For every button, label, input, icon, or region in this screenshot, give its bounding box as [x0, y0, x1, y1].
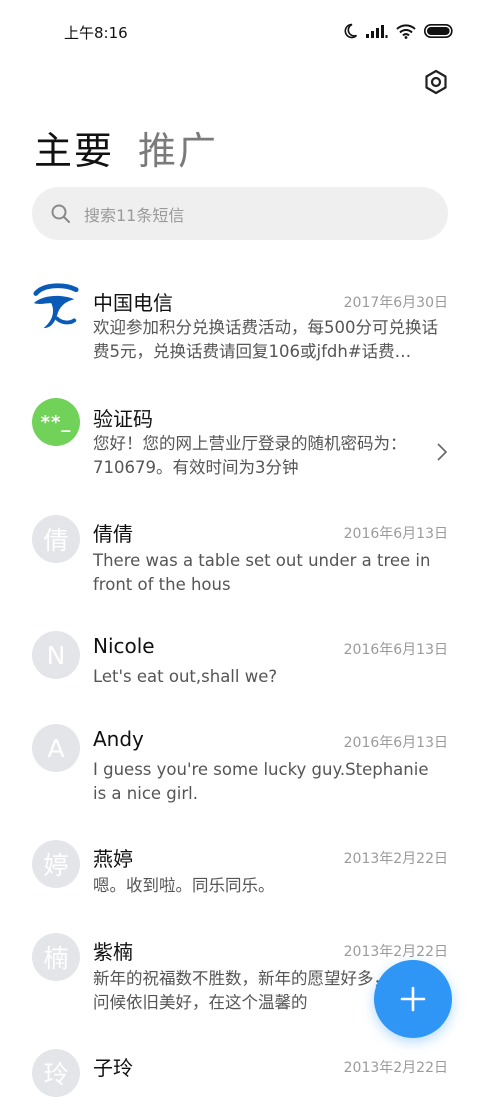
plus-icon: [400, 986, 426, 1012]
conversation-row[interactable]: **_ 验证码 您好！您的网上营业厅登录的随机密码为：710679。有效时间为3…: [0, 384, 480, 501]
message-preview: I guess you're some lucky guy.Stephanie …: [93, 760, 429, 803]
battery-icon: [424, 24, 453, 38]
avatar: 玲: [32, 1049, 80, 1097]
conversation-row[interactable]: 倩 倩倩 2016年6月13日 There was a table set ou…: [0, 501, 480, 617]
moon-icon: [344, 23, 358, 39]
contact-name: 中国电信: [93, 291, 173, 315]
conversation-row[interactable]: A Andy 2016年6月13日 I guess you're some lu…: [0, 710, 480, 826]
conversation-row[interactable]: N Nicole 2016年6月13日 Let's eat out,shall …: [0, 617, 480, 710]
gear-icon: [425, 69, 447, 95]
message-date: 2013年2月22日: [343, 1060, 448, 1076]
message-date: 2017年6月30日: [343, 295, 448, 311]
message-preview: 嗯。收到啦。同乐同乐。: [93, 876, 275, 895]
search-bar[interactable]: 搜索11条短信: [32, 187, 448, 240]
status-time: 上午8:16: [64, 24, 128, 42]
status-bar: 上午8:16: [0, 0, 480, 62]
conversation-row[interactable]: 玲 子玲 2013年2月22日: [0, 1035, 480, 1097]
wifi-icon: [396, 23, 416, 39]
contact-name: Nicole: [93, 634, 155, 658]
avatar: A: [32, 724, 80, 772]
china-telecom-logo-icon: [32, 282, 80, 330]
tab-primary[interactable]: 主要: [34, 120, 114, 175]
chevron-right-icon: [437, 443, 448, 461]
message-preview: Let's eat out,shall we?: [93, 667, 278, 686]
new-message-button[interactable]: [374, 960, 452, 1038]
conversation-row[interactable]: 婷 燕婷 2013年2月22日 嗯。收到啦。同乐同乐。: [0, 826, 480, 919]
message-preview: There was a table set out under a tree i…: [93, 551, 431, 594]
message-preview: 您好！您的网上营业厅登录的随机密码为：710679。有效时间为3分钟: [93, 434, 407, 477]
contact-name: Andy: [93, 727, 144, 751]
search-icon: [51, 204, 70, 223]
contact-name: 子玲: [93, 1056, 133, 1080]
message-date: 2016年6月13日: [343, 642, 448, 658]
avatar: **_: [32, 398, 80, 446]
message-preview: 欢迎参加积分兑换话费活动，每500分可兑换话费5元，兑换话费请回复106或jfd…: [93, 318, 438, 361]
tab-promotions[interactable]: 推广: [138, 120, 218, 175]
contact-name: 燕婷: [93, 847, 133, 871]
avatar: N: [32, 631, 80, 679]
status-icons: [342, 21, 454, 41]
avatar: 倩: [32, 515, 80, 563]
avatar: 楠: [32, 933, 80, 981]
signal-icon: [366, 25, 388, 38]
contact-name: 紫楠: [93, 940, 133, 964]
message-date: 2016年6月13日: [343, 735, 448, 751]
contact-name: 倩倩: [93, 522, 133, 546]
contact-name: 验证码: [93, 407, 153, 431]
message-date: 2016年6月13日: [343, 526, 448, 542]
message-date: 2013年2月22日: [343, 851, 448, 867]
search-input[interactable]: 搜索11条短信: [84, 202, 184, 226]
tab-bar: 主要 推广: [34, 120, 218, 175]
settings-button[interactable]: [422, 68, 450, 96]
message-date: 2013年2月22日: [343, 944, 448, 960]
conversation-row[interactable]: 中国电信 2017年6月30日 欢迎参加积分兑换话费活动，每500分可兑换话费5…: [0, 268, 480, 384]
avatar: 婷: [32, 840, 80, 888]
